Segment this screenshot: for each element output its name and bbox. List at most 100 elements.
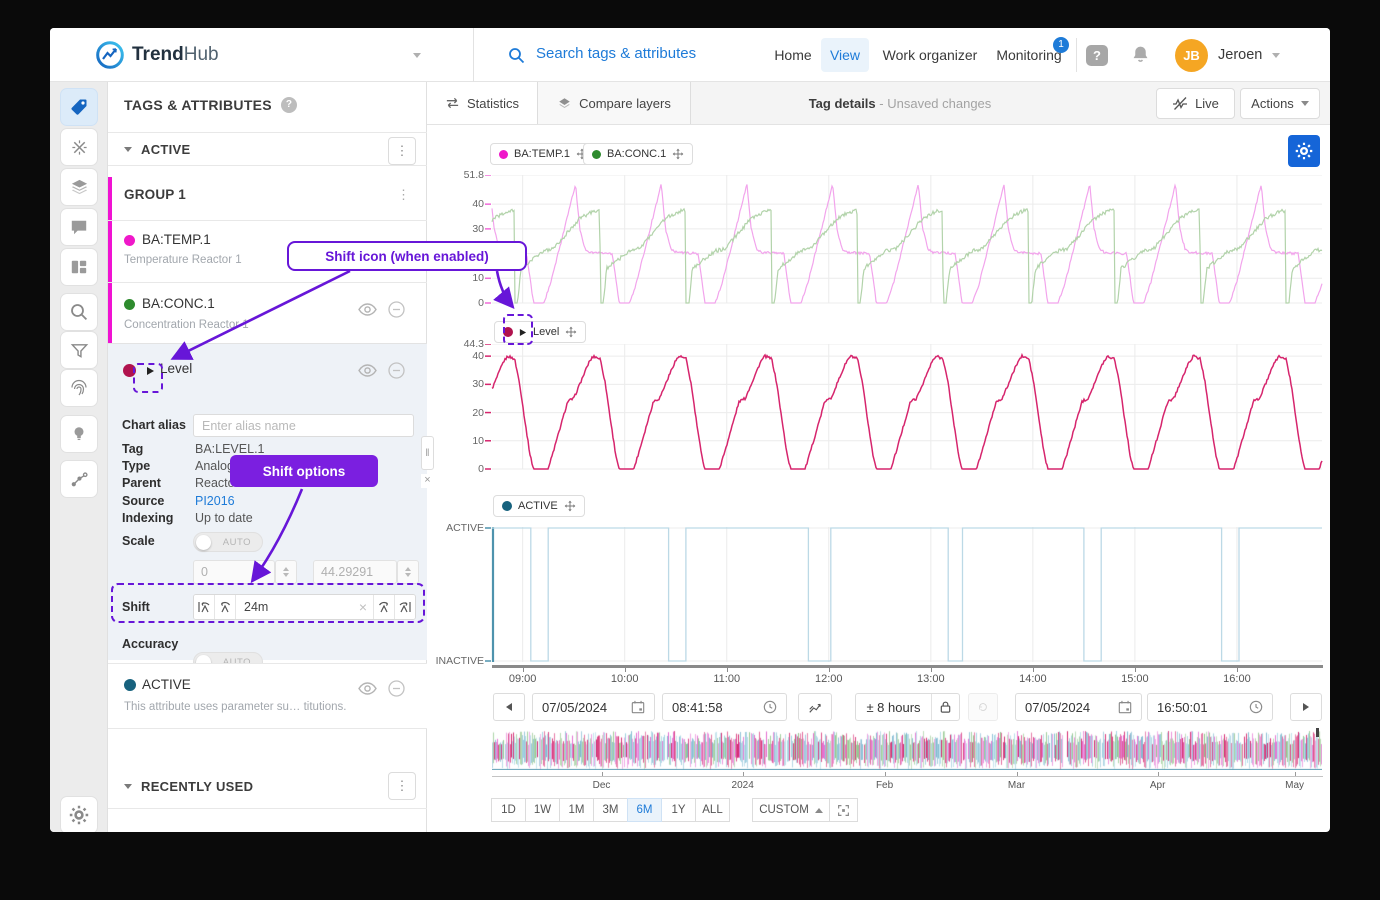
nav-divider bbox=[473, 28, 474, 82]
end-time-field[interactable]: 16:50:01 bbox=[1147, 693, 1273, 721]
rail-context-button[interactable] bbox=[60, 460, 98, 498]
rail-settings-button[interactable] bbox=[60, 796, 98, 832]
nav-item-work-organizer[interactable]: Work organizer bbox=[875, 38, 985, 72]
live-off-icon bbox=[1172, 96, 1188, 111]
compare-trends-button[interactable] bbox=[798, 693, 832, 721]
chart-settings-button[interactable] bbox=[1288, 135, 1320, 167]
scale-min-input[interactable]: 0 bbox=[193, 560, 275, 584]
remove-minus-icon[interactable] bbox=[388, 362, 405, 379]
chart-alias-label: Chart alias bbox=[122, 418, 186, 432]
parent-label: Parent bbox=[122, 476, 161, 490]
actions-button[interactable]: Actions bbox=[1240, 88, 1320, 119]
pan-left-button[interactable] bbox=[493, 693, 525, 721]
preset-all-button[interactable]: ALL bbox=[695, 798, 730, 822]
y-tick-label: 30 bbox=[430, 223, 484, 235]
visibility-eye-icon[interactable] bbox=[358, 303, 377, 316]
lock-duration-button[interactable] bbox=[931, 694, 959, 720]
section-active-header[interactable]: ACTIVE bbox=[124, 142, 190, 157]
duration-value[interactable]: ± 8 hours bbox=[856, 700, 931, 715]
tab-statistics[interactable]: Statistics bbox=[427, 82, 538, 124]
group-menu-button[interactable]: ⋮ bbox=[397, 187, 410, 203]
avatar[interactable]: JB bbox=[1175, 39, 1208, 72]
remove-minus-icon[interactable] bbox=[388, 301, 405, 318]
legend-dot bbox=[502, 501, 512, 511]
remove-minus-icon[interactable] bbox=[388, 680, 405, 697]
start-time-field[interactable]: 08:41:58 bbox=[662, 693, 787, 721]
rail-search-button[interactable] bbox=[60, 293, 98, 331]
chart-alias-input[interactable] bbox=[193, 414, 414, 437]
move-icon[interactable] bbox=[672, 148, 684, 160]
rail-filter-button[interactable] bbox=[60, 331, 98, 369]
brand-chevron-down-icon[interactable] bbox=[413, 53, 421, 58]
custom-range-button[interactable]: CUSTOM bbox=[752, 798, 830, 822]
bell-icon[interactable] bbox=[1130, 44, 1151, 66]
user-chevron-down-icon[interactable] bbox=[1272, 53, 1280, 58]
start-date-field[interactable]: 07/05/2024 bbox=[532, 693, 655, 721]
visibility-eye-icon[interactable] bbox=[358, 682, 377, 695]
rail-dashboard-button[interactable] bbox=[60, 248, 98, 286]
live-button[interactable]: Live bbox=[1156, 88, 1235, 119]
scale-min-stepper[interactable] bbox=[275, 560, 297, 584]
preset-6m-button[interactable]: 6M bbox=[627, 798, 662, 822]
move-icon[interactable] bbox=[564, 500, 576, 512]
shift-back-button[interactable] bbox=[215, 595, 236, 619]
fit-range-button[interactable] bbox=[830, 798, 858, 822]
panel-close-icon[interactable]: × bbox=[421, 474, 434, 488]
pan-right-button[interactable] bbox=[1290, 693, 1322, 721]
tag-name: Level bbox=[160, 361, 192, 376]
clock-icon bbox=[1249, 700, 1263, 714]
section-recently-used-menu-button[interactable]: ⋮ bbox=[388, 772, 416, 800]
source-link[interactable]: PI2016 bbox=[195, 494, 235, 508]
section-active-menu-button[interactable]: ⋮ bbox=[388, 137, 416, 165]
type-label: Type bbox=[122, 459, 150, 473]
shift-clear-icon[interactable]: × bbox=[353, 595, 373, 619]
nav-item-view[interactable]: View bbox=[821, 38, 869, 72]
rail-sparkles-button[interactable] bbox=[60, 128, 98, 166]
tab-compare-layers[interactable]: Compare layers bbox=[538, 82, 691, 124]
scale-max-stepper[interactable] bbox=[397, 560, 419, 584]
visibility-eye-icon[interactable] bbox=[358, 364, 377, 377]
shift-indicator-icon[interactable] bbox=[519, 328, 527, 337]
panel-resize-handle[interactable]: ‖ bbox=[421, 436, 434, 470]
shift-forward-fast-button[interactable] bbox=[394, 595, 415, 619]
move-icon[interactable] bbox=[565, 326, 577, 338]
tag-row-conc[interactable]: BA:CONC.1 Concentration Reactor 1 bbox=[108, 283, 427, 343]
overview-axis-line bbox=[492, 776, 1323, 777]
overview-selection-marker[interactable] bbox=[1316, 728, 1319, 737]
nav-item-home[interactable]: Home bbox=[765, 38, 821, 72]
help-icon[interactable]: ? bbox=[1086, 45, 1108, 66]
preset-1w-button[interactable]: 1W bbox=[525, 798, 560, 822]
shift-back-fast-button[interactable] bbox=[194, 595, 215, 619]
rail-recommendations-button[interactable] bbox=[60, 415, 98, 453]
overview-strip[interactable] bbox=[492, 730, 1322, 770]
rail-tags-button[interactable] bbox=[60, 88, 98, 126]
shift-indicator-icon[interactable] bbox=[146, 366, 155, 376]
preset-1d-button[interactable]: 1D bbox=[491, 798, 526, 822]
x-tick-mark bbox=[931, 668, 932, 672]
rail-comments-button[interactable] bbox=[60, 208, 98, 246]
scale-max-input[interactable]: 44.29291 bbox=[313, 560, 397, 584]
panel-help-icon[interactable]: ? bbox=[281, 97, 297, 113]
preset-1m-button[interactable]: 1M bbox=[559, 798, 594, 822]
user-name[interactable]: Jeroen bbox=[1218, 47, 1262, 63]
view-title-main: Tag details bbox=[809, 96, 876, 111]
legend-chip-conc[interactable]: BA:CONC.1 bbox=[583, 143, 693, 165]
end-date-field[interactable]: 07/05/2024 bbox=[1015, 693, 1142, 721]
preset-1y-button[interactable]: 1Y bbox=[661, 798, 696, 822]
x-tick-label: 15:00 bbox=[1113, 673, 1157, 685]
shift-back-fast-icon bbox=[197, 600, 211, 614]
legend-chip-level[interactable]: Level bbox=[494, 321, 586, 343]
section-recently-used-header[interactable]: RECENTLY USED bbox=[124, 779, 253, 794]
scale-auto-toggle[interactable]: AUTO bbox=[193, 532, 263, 552]
attribute-row-active[interactable]: ACTIVE This attribute uses parameter su…… bbox=[108, 664, 427, 728]
preset-3m-button[interactable]: 3M bbox=[593, 798, 628, 822]
tag-value: BA:LEVEL.1 bbox=[195, 442, 265, 456]
legend-chip-active[interactable]: ACTIVE bbox=[493, 495, 585, 517]
legend-chip-temp[interactable]: BA:TEMP.1 bbox=[490, 143, 597, 165]
rail-layers-button[interactable] bbox=[60, 168, 98, 206]
shift-forward-button[interactable] bbox=[373, 595, 394, 619]
rail-fingerprint-button[interactable] bbox=[60, 369, 98, 407]
tag-row-level[interactable]: Level bbox=[108, 345, 427, 397]
shift-value-input[interactable] bbox=[236, 595, 353, 619]
reset-time-button[interactable] bbox=[968, 693, 998, 721]
